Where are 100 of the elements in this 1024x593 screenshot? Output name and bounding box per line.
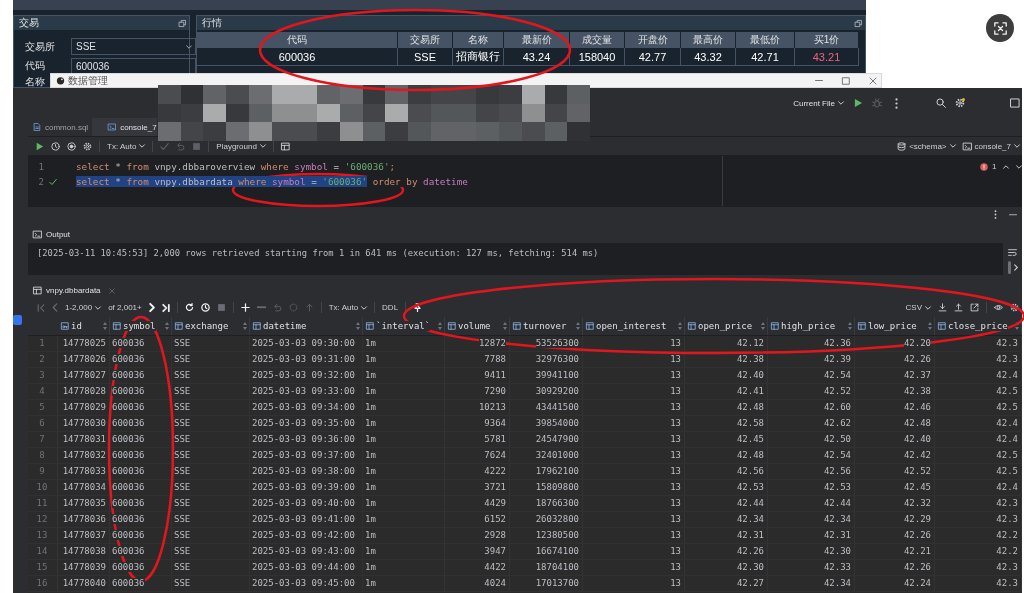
table-cell: 42.3 bbox=[935, 496, 1022, 512]
sort-icon[interactable] bbox=[503, 322, 507, 330]
table-cell: 14778025 bbox=[58, 336, 110, 352]
search-icon[interactable] bbox=[936, 98, 946, 108]
table-cell: SSE bbox=[172, 496, 250, 512]
pin-icon[interactable] bbox=[413, 303, 423, 312]
table-cell: 39854000 bbox=[510, 416, 583, 432]
down-icon[interactable] bbox=[1016, 164, 1022, 169]
table-cell: SSE bbox=[172, 432, 250, 448]
table-cell: 17013700 bbox=[510, 576, 583, 592]
session-dropdown[interactable]: console_7 bbox=[962, 141, 1020, 151]
table-cell: 9364 bbox=[445, 416, 510, 432]
run-icon[interactable] bbox=[35, 141, 44, 151]
caret-icon bbox=[139, 144, 146, 148]
sort-icon[interactable] bbox=[576, 322, 580, 330]
row-number: 9 bbox=[28, 464, 58, 480]
sort-icon[interactable] bbox=[928, 322, 932, 330]
settings-icon[interactable] bbox=[1010, 303, 1019, 312]
settings-icon[interactable] bbox=[955, 98, 965, 108]
close-icon[interactable] bbox=[108, 287, 115, 294]
table-cell: 1m bbox=[363, 560, 445, 576]
column-header[interactable]: turnover bbox=[510, 317, 583, 335]
column-header[interactable]: close_price bbox=[935, 317, 1022, 335]
table-cell: 42.26 bbox=[855, 560, 935, 576]
sort-icon[interactable] bbox=[103, 322, 107, 330]
upload-icon[interactable] bbox=[954, 303, 963, 312]
run-configuration-dropdown[interactable]: Current File bbox=[793, 98, 844, 108]
table-cell: 14778033 bbox=[58, 464, 110, 480]
column-header[interactable]: exchange bbox=[172, 317, 250, 335]
ddl-button[interactable]: DDL bbox=[382, 303, 399, 312]
sort-icon[interactable] bbox=[243, 322, 247, 330]
table-cell: 42.41 bbox=[685, 384, 768, 400]
table-cell: 42.4 bbox=[935, 480, 1022, 496]
sort-icon[interactable] bbox=[165, 322, 169, 330]
column-name: close_price bbox=[948, 321, 1008, 331]
table-cell: 42.77 bbox=[625, 48, 681, 66]
eye-icon[interactable] bbox=[994, 303, 1003, 312]
table-cell: 13 bbox=[583, 528, 685, 544]
last-page-icon[interactable] bbox=[161, 303, 170, 312]
editor-tab[interactable]: console_7 bbox=[92, 118, 157, 136]
bug-icon[interactable] bbox=[872, 98, 882, 108]
plus-icon[interactable] bbox=[240, 303, 250, 312]
sort-icon[interactable] bbox=[1015, 322, 1019, 330]
column-header[interactable]: id bbox=[58, 317, 110, 335]
table-cell: 42.53 bbox=[685, 480, 768, 496]
result-tab[interactable]: vnpy.dbbardata bbox=[28, 283, 119, 298]
column-header[interactable]: open_interest bbox=[583, 317, 685, 335]
sort-icon[interactable] bbox=[848, 322, 852, 330]
table-cell: 42.5 bbox=[935, 400, 1022, 416]
table-cell: 42.5 bbox=[935, 384, 1022, 400]
chevron-icon[interactable] bbox=[1013, 264, 1018, 271]
next-icon[interactable] bbox=[148, 303, 155, 312]
refresh-icon[interactable] bbox=[184, 303, 194, 312]
sort-icon[interactable] bbox=[678, 322, 682, 330]
panel-title: Output bbox=[46, 229, 70, 239]
more-icon[interactable] bbox=[994, 210, 997, 219]
table-cell: SSE bbox=[172, 336, 250, 352]
up-icon[interactable] bbox=[1003, 164, 1010, 169]
transaction-mode-dropdown[interactable]: Tx: Auto bbox=[107, 141, 146, 151]
field-label: 代码 bbox=[25, 61, 46, 71]
table-cell: 42.20 bbox=[855, 336, 935, 352]
editor-tab[interactable]: common.sql bbox=[28, 118, 93, 136]
square-marker-icon[interactable] bbox=[13, 315, 22, 325]
export-format-dropdown[interactable]: CSV bbox=[905, 303, 931, 312]
clock-icon[interactable] bbox=[51, 141, 60, 151]
capture-button[interactable] bbox=[986, 14, 1014, 42]
playground-dropdown[interactable]: Playground bbox=[216, 141, 266, 151]
row-number: 15 bbox=[28, 560, 58, 576]
column-header[interactable]: low_price bbox=[855, 317, 935, 335]
table-icon[interactable] bbox=[280, 141, 290, 151]
schema-dropdown[interactable]: <schema> bbox=[897, 141, 956, 151]
transaction-mode-dropdown[interactable]: Tx: Auto bbox=[328, 303, 368, 312]
close-icon[interactable] bbox=[869, 76, 877, 85]
sort-icon[interactable] bbox=[438, 322, 442, 330]
table-cell: 42.4 bbox=[935, 368, 1022, 384]
target-icon[interactable] bbox=[67, 141, 76, 151]
sort-icon[interactable] bbox=[761, 322, 765, 330]
wrap-icon[interactable] bbox=[1008, 248, 1017, 257]
table-cell: 5781 bbox=[445, 432, 510, 448]
column-header[interactable]: open_price bbox=[685, 317, 768, 335]
column-header[interactable]: symbol bbox=[110, 317, 172, 335]
dropdown-field[interactable]: SSE bbox=[71, 38, 196, 55]
run-icon[interactable] bbox=[853, 98, 863, 108]
page-size-dropdown[interactable]: 1-2,000 bbox=[65, 303, 102, 312]
download-icon[interactable] bbox=[938, 303, 947, 312]
column-header[interactable]: `interval` bbox=[363, 317, 445, 335]
more-icon[interactable] bbox=[895, 97, 898, 109]
undock-icon[interactable] bbox=[179, 19, 186, 27]
scrollbar-thumb[interactable] bbox=[1007, 261, 1011, 274]
share-icon[interactable] bbox=[970, 303, 979, 312]
column-header[interactable]: datetime bbox=[250, 317, 363, 335]
settings-icon[interactable] bbox=[83, 141, 92, 151]
column-header[interactable]: high_price bbox=[768, 317, 855, 335]
table-cell: 42.45 bbox=[855, 480, 935, 496]
column-header[interactable]: volume bbox=[445, 317, 510, 335]
column-header: 最高价 bbox=[681, 32, 736, 48]
sort-icon[interactable] bbox=[356, 322, 360, 330]
undock-icon[interactable] bbox=[855, 19, 862, 27]
table-cell: 43441500 bbox=[510, 400, 583, 416]
table-cell: 600036 bbox=[110, 336, 172, 352]
